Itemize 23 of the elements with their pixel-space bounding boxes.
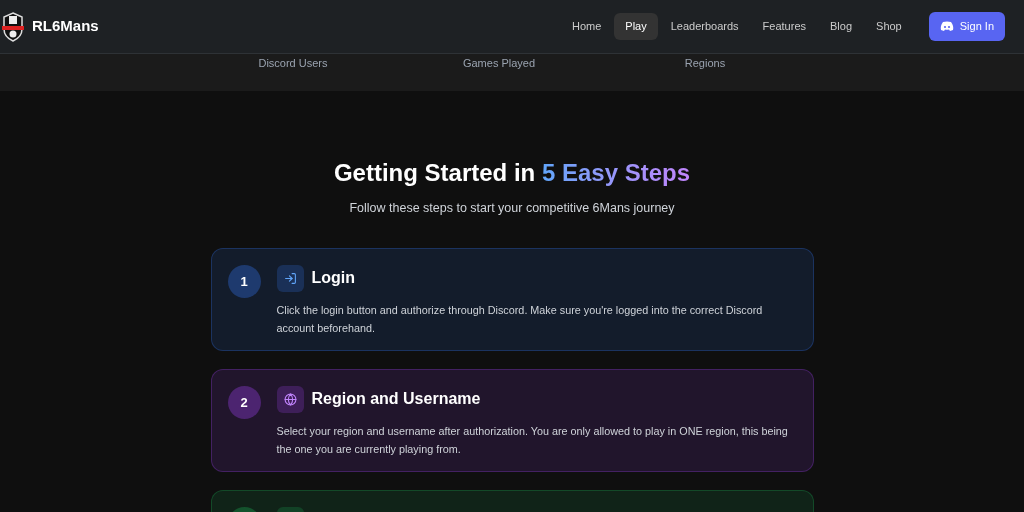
section-subtitle: Follow these steps to start your competitive 6Mans journey: [349, 200, 675, 217]
stat-label: Discord Users: [258, 56, 328, 71]
shield-logo-icon: [2, 11, 24, 42]
nav-link[interactable]: Blog: [819, 13, 864, 40]
step-description: Select your region and username after authorization. You are only allowed to play in ONE region, this being the one you are currently playing from.: [276, 423, 789, 457]
step-icon: [276, 385, 304, 413]
chat-controller-icon: [939, 21, 954, 32]
nav-link[interactable]: Leaderboards: [659, 13, 750, 40]
step-icon: [276, 264, 304, 292]
stat-label: Regions: [684, 56, 726, 71]
step-number: 2: [227, 385, 261, 419]
section-heading: Getting Started in 5 Easy Steps: [333, 158, 691, 188]
stat-label: Games Played: [462, 56, 536, 71]
step-description: Click the login button and authorize through Discord. Make sure you're logged into the correct Discord account beforehand.: [276, 302, 764, 336]
nav-link[interactable]: Home: [560, 13, 613, 40]
nav-link[interactable]: Shop: [865, 13, 913, 40]
sign-in-button[interactable]: Sign In: [928, 12, 1005, 41]
nav-link[interactable]: Features: [751, 13, 817, 40]
nav-link[interactable]: Play: [614, 13, 658, 40]
step-title: Login: [311, 268, 356, 289]
brand-name: RL6Mans: [32, 16, 99, 37]
step-number: 1: [227, 264, 261, 298]
step-title: Region and Username: [311, 389, 481, 410]
